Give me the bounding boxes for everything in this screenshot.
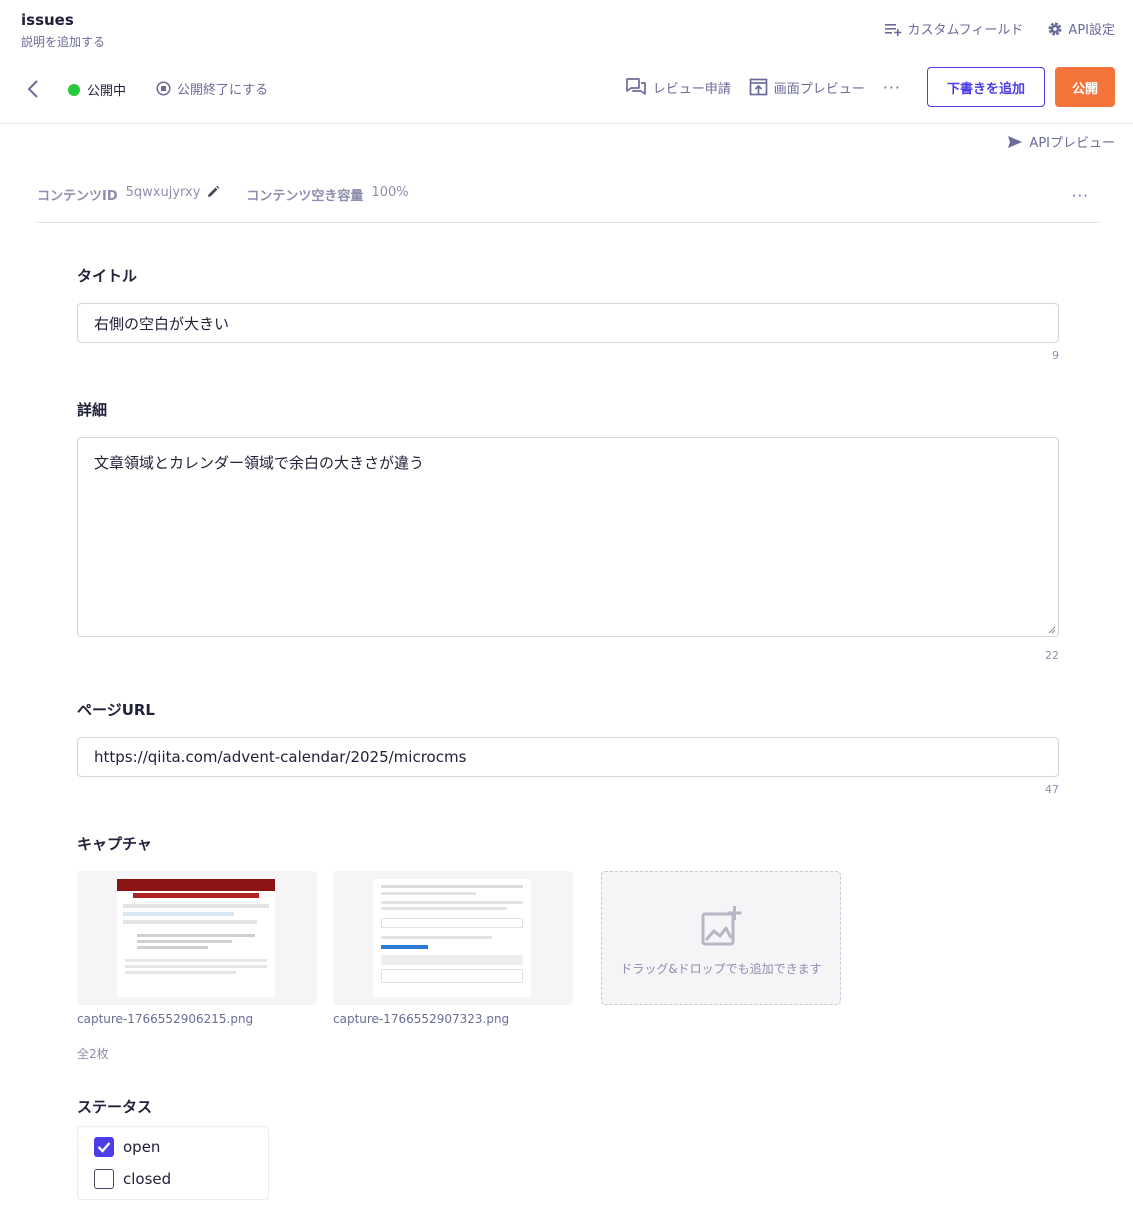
- capture-field-label: キャプチャ: [77, 835, 152, 853]
- top-links: カスタムフィールド API設定: [884, 19, 1115, 38]
- status-option-open-label: open: [123, 1138, 161, 1156]
- capacity-value: 100%: [371, 185, 409, 200]
- api-settings-link[interactable]: API設定: [1047, 19, 1115, 38]
- title-input[interactable]: 右側の空白が大きい: [77, 303, 1059, 343]
- more-actions-button[interactable]: ···: [883, 78, 901, 97]
- image-count: 全2枚: [77, 1047, 109, 1061]
- content-id-value: 5qwxujyrxy: [125, 185, 201, 200]
- content-meta-bar: コンテンツID 5qwxujyrxy コンテンツ空き容量 100% ···: [37, 185, 1099, 223]
- status-checkbox-group: open closed: [77, 1126, 269, 1200]
- preview-window-icon: [749, 78, 768, 96]
- screen-preview-button[interactable]: 画面プレビュー: [749, 78, 865, 97]
- api-settings-label: API設定: [1068, 23, 1115, 38]
- status-option-open[interactable]: open: [94, 1137, 160, 1157]
- resize-handle-icon[interactable]: [1048, 626, 1056, 634]
- title-input-value: 右側の空白が大きい: [94, 314, 230, 333]
- content-id-label: コンテンツID: [37, 189, 118, 204]
- page-url-input[interactable]: https://qiita.com/advent-calendar/2025/m…: [77, 737, 1059, 777]
- back-button[interactable]: [22, 76, 44, 102]
- app-title: issues: [21, 11, 74, 29]
- api-preview-button[interactable]: APIプレビュー: [1007, 132, 1115, 151]
- gear-icon: [1048, 22, 1062, 35]
- pencil-icon: [208, 185, 220, 197]
- dropzone-hint: ドラッグ&ドロップでも追加できます: [620, 962, 822, 976]
- capture-thumbnail-2[interactable]: [333, 871, 573, 1005]
- chevron-left-icon: [27, 80, 38, 98]
- checkbox-unchecked[interactable]: [94, 1169, 114, 1189]
- detail-char-count: 22: [1045, 649, 1059, 662]
- review-request-button[interactable]: レビュー申請: [625, 77, 731, 97]
- capture-image-1: [117, 879, 275, 997]
- live-status-dot: [68, 83, 80, 96]
- page-header: issues 説明を追加する カスタムフィールド API設定 公開中 公開終了に…: [0, 0, 1133, 124]
- page-url-input-value: https://qiita.com/advent-calendar/2025/m…: [94, 748, 467, 766]
- edit-content-id-button[interactable]: [206, 185, 220, 203]
- review-request-label: レビュー申請: [652, 81, 731, 97]
- status-field-label: ステータス: [77, 1098, 153, 1116]
- capacity-label: コンテンツ空き容量: [246, 189, 364, 204]
- image-dropzone[interactable]: ドラッグ&ドロップでも追加できます: [601, 871, 841, 1005]
- capture-thumbnail-1[interactable]: [77, 871, 317, 1005]
- publish-button[interactable]: 公開: [1055, 67, 1115, 107]
- title-field-label: タイトル: [77, 267, 138, 285]
- title-char-count: 9: [1052, 349, 1059, 362]
- detail-textarea-value: 文章領域とカレンダー領域で余白の大きさが違う: [94, 454, 425, 472]
- unpublish-button[interactable]: 公開終了にする: [156, 79, 268, 98]
- action-bar: レビュー申請 画面プレビュー ··· 下書きを追加 公開: [625, 67, 1115, 107]
- screen-preview-label: 画面プレビュー: [773, 81, 865, 97]
- custom-fields-link[interactable]: カスタムフィールド: [884, 19, 1023, 38]
- status-option-closed-label: closed: [123, 1170, 172, 1188]
- unpublish-label: 公開終了にする: [177, 83, 269, 98]
- capture-filename-1: capture-1766552906215.png: [77, 1012, 254, 1026]
- chat-icon: [625, 78, 646, 95]
- playlist-add-icon: [885, 23, 902, 36]
- detail-field-label: 詳細: [77, 401, 108, 419]
- publish-status: 公開中: [68, 80, 126, 99]
- stop-circle-icon: [156, 81, 171, 96]
- capture-filename-2: capture-1766552907323.png: [333, 1012, 510, 1026]
- checkbox-checked[interactable]: [94, 1137, 114, 1157]
- send-icon: [1008, 135, 1023, 148]
- add-image-icon: [701, 906, 742, 946]
- checkmark-icon: [97, 1142, 111, 1153]
- detail-textarea[interactable]: 文章領域とカレンダー領域で余白の大きさが違う: [77, 437, 1059, 637]
- add-description-link[interactable]: 説明を追加する: [21, 33, 105, 50]
- add-draft-button[interactable]: 下書きを追加: [927, 67, 1045, 107]
- capture-image-2: [373, 879, 531, 997]
- status-option-closed[interactable]: closed: [94, 1169, 171, 1189]
- custom-fields-label: カスタムフィールド: [907, 23, 1024, 38]
- meta-more-button[interactable]: ···: [1072, 187, 1089, 205]
- page-url-field-label: ページURL: [77, 701, 155, 719]
- page-url-char-count: 47: [1045, 783, 1059, 796]
- publish-status-label: 公開中: [87, 84, 127, 99]
- api-preview-label: APIプレビュー: [1029, 136, 1115, 151]
